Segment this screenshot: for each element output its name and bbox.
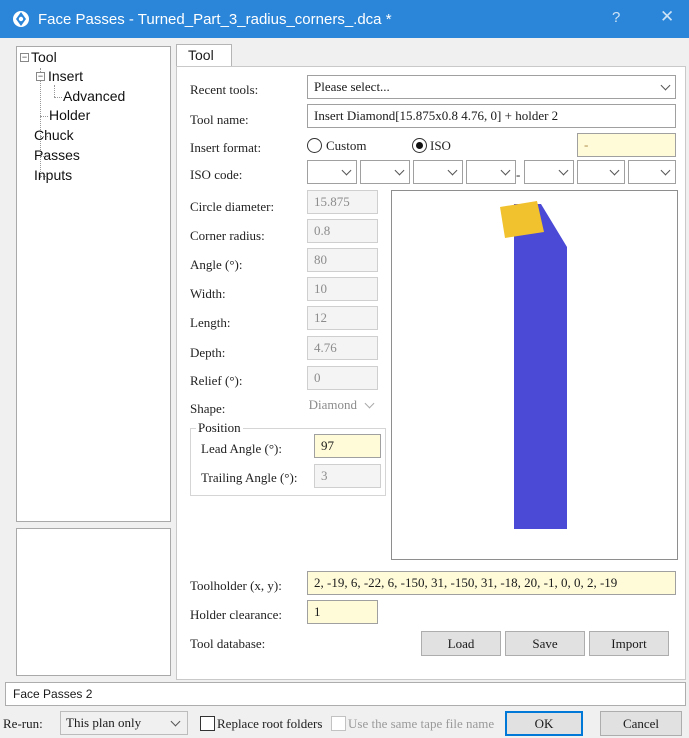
shape-value: Diamond bbox=[308, 397, 357, 412]
toolholder-input[interactable]: 2, -19, 6, -22, 6, -150, 31, -150, 31, -… bbox=[307, 571, 676, 595]
rerun-label: Re-run: bbox=[3, 716, 43, 731]
iso-code-dropdown-4[interactable] bbox=[466, 160, 516, 184]
iso-code-separator: - bbox=[516, 167, 521, 182]
iso-code-text[interactable]: - bbox=[577, 133, 676, 157]
length-label: Length: bbox=[190, 315, 231, 330]
chevron-down-icon bbox=[660, 80, 671, 91]
tree-item-inputs[interactable]: Inputs bbox=[34, 167, 72, 183]
width-label: Width: bbox=[190, 286, 226, 301]
depth-label: Depth: bbox=[190, 345, 226, 360]
holder-clearance-input[interactable]: 1 bbox=[307, 600, 378, 624]
iso-code-dropdown-6[interactable] bbox=[577, 160, 625, 184]
iso-code-dropdown-1[interactable] bbox=[307, 160, 357, 184]
load-button[interactable]: Load bbox=[421, 631, 501, 656]
tree-connector bbox=[40, 116, 48, 117]
close-button[interactable]: ✕ bbox=[660, 7, 674, 27]
corner-radius-label: Corner radius: bbox=[190, 228, 265, 243]
tree-item-insert[interactable]: Insert bbox=[48, 68, 83, 84]
chevron-down-icon bbox=[447, 165, 458, 176]
same-tape-label: Use the same tape file name bbox=[348, 716, 495, 731]
circle-diameter-field: 15.875 bbox=[307, 190, 378, 214]
tab-tool[interactable]: Tool bbox=[176, 44, 232, 67]
app-icon bbox=[13, 11, 29, 27]
custom-radio-label[interactable]: Custom bbox=[326, 138, 366, 154]
iso-code-dropdown-3[interactable] bbox=[413, 160, 463, 184]
width-field: 10 bbox=[307, 277, 378, 301]
toolholder-shape bbox=[514, 204, 567, 529]
chevron-down-icon bbox=[660, 165, 671, 176]
depth-field: 4.76 bbox=[307, 336, 378, 360]
tree-item-passes[interactable]: Passes bbox=[34, 147, 80, 163]
tool-database-label: Tool database: bbox=[190, 636, 266, 651]
navigation-tree[interactable]: − Tool − Insert Advanced Holder Chuck Pa… bbox=[16, 46, 171, 522]
relief-label: Relief (°): bbox=[190, 373, 243, 388]
shape-label: Shape: bbox=[190, 401, 226, 416]
rerun-value: This plan only bbox=[66, 715, 142, 730]
corner-radius-field: 0.8 bbox=[307, 219, 378, 243]
length-field: 12 bbox=[307, 306, 378, 330]
chevron-down-icon bbox=[558, 165, 569, 176]
replace-root-checkbox[interactable] bbox=[200, 716, 215, 731]
title-bar: Face Passes - Turned_Part_3_radius_corne… bbox=[0, 0, 689, 38]
window-title: Face Passes - Turned_Part_3_radius_corne… bbox=[38, 10, 392, 28]
recent-tools-label: Recent tools: bbox=[190, 82, 259, 97]
toolholder-label: Toolholder (x, y): bbox=[190, 578, 282, 593]
chevron-down-icon bbox=[170, 716, 181, 727]
lead-angle-input[interactable]: 97 bbox=[314, 434, 381, 458]
rerun-dropdown[interactable]: This plan only bbox=[60, 711, 188, 735]
import-button[interactable]: Import bbox=[589, 631, 669, 656]
custom-radio[interactable] bbox=[307, 138, 322, 153]
relief-field: 0 bbox=[307, 366, 378, 390]
cancel-button[interactable]: Cancel bbox=[600, 711, 682, 736]
trailing-angle-field: 3 bbox=[314, 464, 381, 488]
iso-radio[interactable] bbox=[412, 138, 427, 153]
description-panel bbox=[16, 528, 171, 676]
pass-name-input[interactable]: Face Passes 2 bbox=[5, 682, 686, 706]
chevron-down-icon bbox=[341, 165, 352, 176]
help-button[interactable]: ? bbox=[612, 9, 620, 26]
tree-item-holder[interactable]: Holder bbox=[49, 107, 90, 123]
tree-item-tool[interactable]: Tool bbox=[31, 49, 57, 65]
tool-name-input[interactable]: Insert Diamond[15.875x0.8 4.76, 0] + hol… bbox=[307, 104, 676, 128]
collapse-toggle-icon[interactable]: − bbox=[36, 72, 45, 81]
shape-dropdown: Diamond bbox=[276, 394, 379, 418]
recent-tools-value: Please select... bbox=[314, 79, 390, 94]
tree-item-chuck[interactable]: Chuck bbox=[34, 127, 74, 143]
save-button[interactable]: Save bbox=[505, 631, 585, 656]
iso-code-dropdown-5[interactable] bbox=[524, 160, 574, 184]
ok-button[interactable]: OK bbox=[505, 711, 583, 736]
iso-code-dropdown-2[interactable] bbox=[360, 160, 410, 184]
tree-connector bbox=[54, 97, 62, 98]
position-group-title: Position bbox=[196, 420, 243, 436]
insert-format-label: Insert format: bbox=[190, 140, 262, 155]
recent-tools-dropdown[interactable]: Please select... bbox=[307, 75, 676, 99]
insert-shape bbox=[500, 201, 544, 238]
iso-radio-label[interactable]: ISO bbox=[430, 138, 451, 154]
tree-connector bbox=[54, 85, 55, 97]
chevron-down-icon bbox=[609, 165, 620, 176]
collapse-toggle-icon[interactable]: − bbox=[20, 53, 29, 62]
chevron-down-icon bbox=[500, 165, 511, 176]
same-tape-checkbox bbox=[331, 716, 346, 731]
trailing-angle-label: Trailing Angle (°): bbox=[201, 470, 298, 485]
tool-preview-drawing bbox=[500, 201, 567, 529]
replace-root-label[interactable]: Replace root folders bbox=[217, 716, 322, 732]
angle-label: Angle (°): bbox=[190, 257, 243, 272]
chevron-down-icon bbox=[394, 165, 405, 176]
holder-clearance-label: Holder clearance: bbox=[190, 607, 283, 622]
circle-diameter-label: Circle diameter: bbox=[190, 199, 275, 214]
iso-code-label: ISO code: bbox=[190, 167, 243, 182]
iso-code-dropdown-7[interactable] bbox=[628, 160, 676, 184]
tool-preview bbox=[391, 190, 678, 560]
tree-item-advanced[interactable]: Advanced bbox=[63, 88, 125, 104]
angle-field: 80 bbox=[307, 248, 378, 272]
tool-name-label: Tool name: bbox=[190, 112, 249, 127]
lead-angle-label: Lead Angle (°): bbox=[201, 441, 283, 456]
chevron-down-icon bbox=[364, 398, 375, 409]
